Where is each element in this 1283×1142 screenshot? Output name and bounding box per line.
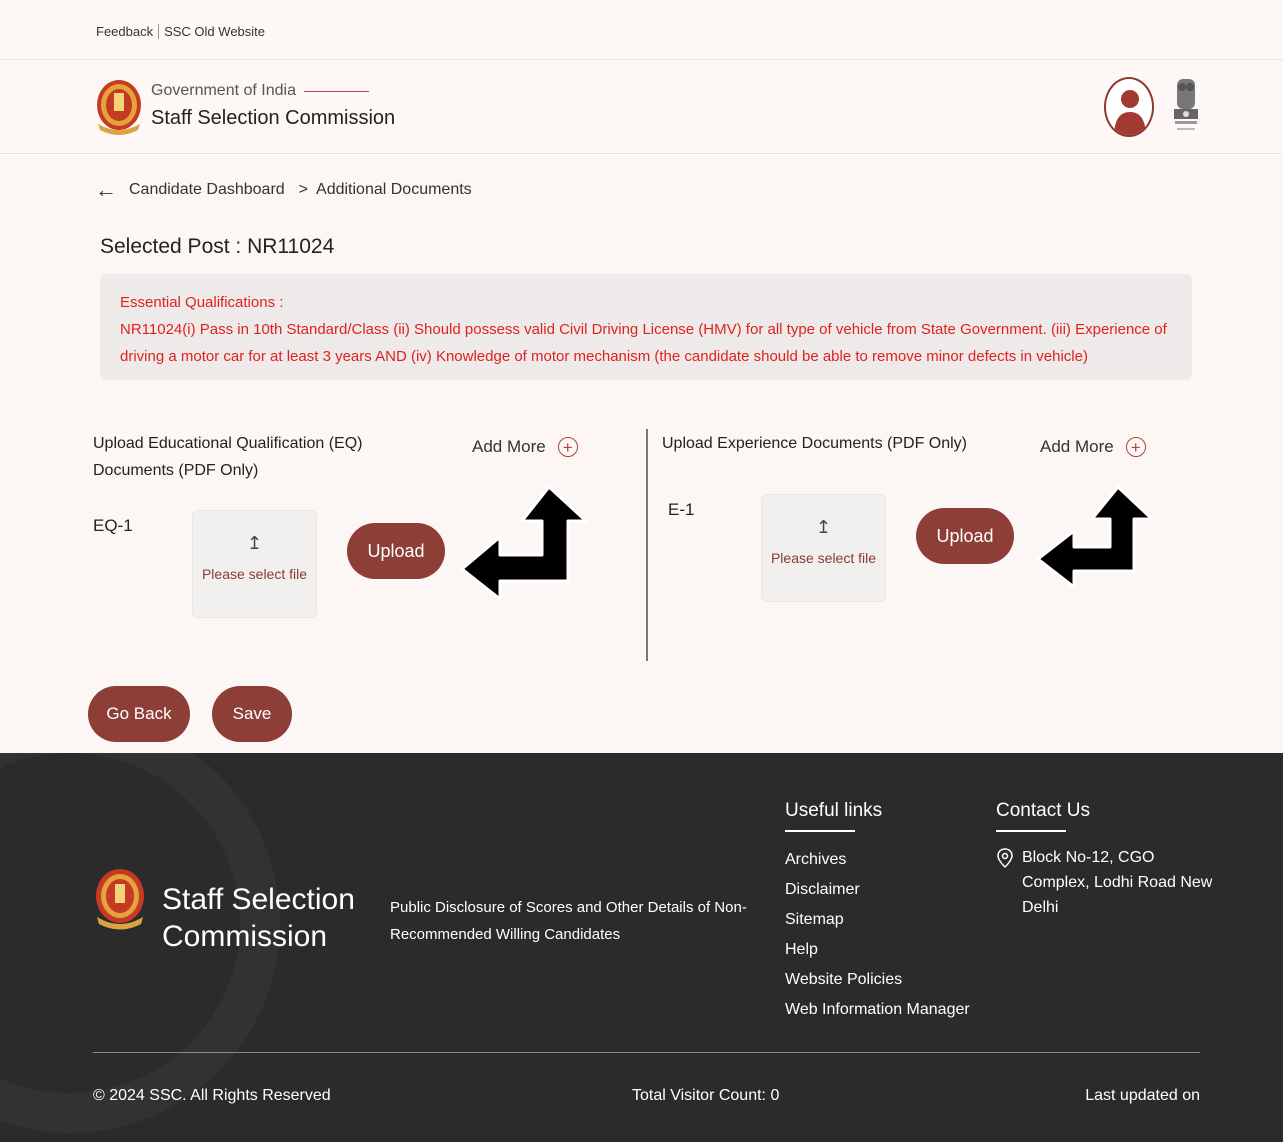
eq-file-select[interactable]: ↥ Please select file	[192, 510, 317, 618]
contact-us-heading: Contact Us	[996, 800, 1090, 832]
ssc-emblem-logo[interactable]	[94, 78, 144, 136]
visitor-count: Total Visitor Count: 0	[632, 1087, 780, 1104]
experience-file-select[interactable]: ↥ Please select file	[761, 494, 886, 602]
essential-qualifications-box: Essential Qualifications : NR11024(i) Pa…	[100, 274, 1192, 380]
plus-circle-icon: +	[1125, 437, 1146, 457]
user-icon	[1114, 90, 1146, 135]
eq-add-more-label: Add More	[472, 437, 546, 456]
footer-link-web-information-manager[interactable]: Web Information Manager	[785, 995, 970, 1025]
location-pin-icon	[997, 848, 1013, 868]
back-arrow-icon[interactable]: ←	[95, 179, 117, 201]
breadcrumb-additional-documents: Additional Documents	[316, 181, 472, 198]
footer-brand: Staff Selection Commission	[162, 883, 355, 953]
qualifications-text: NR11024(i) Pass in 10th Standard/Class (…	[120, 321, 1167, 365]
breadcrumb: ← Candidate Dashboard > Additional Docum…	[95, 179, 472, 201]
eq-upload-title: Upload Educational Qualification (EQ) Do…	[93, 435, 363, 479]
annotation-arrow-icon	[460, 485, 588, 601]
experience-file-placeholder: Please select file	[770, 550, 877, 566]
upload-arrow-icon: ↥	[246, 533, 263, 553]
heading-underline	[996, 830, 1066, 832]
go-back-button[interactable]: Go Back	[88, 686, 190, 742]
useful-links-heading: Useful links	[785, 800, 882, 832]
decorative-line	[303, 90, 369, 92]
plus-circle-icon: +	[557, 437, 578, 457]
eq-doc-label: EQ-1	[93, 516, 133, 535]
breadcrumb-candidate-dashboard[interactable]: Candidate Dashboard	[129, 181, 285, 199]
contact-address: Block No-12, CGO Complex, Lodhi Road New…	[996, 845, 1226, 920]
column-divider	[646, 429, 648, 661]
site-header: Government of India Staff Selection Comm…	[0, 60, 1283, 154]
qualifications-heading: Essential Qualifications :	[120, 294, 284, 311]
ssc-old-website-link[interactable]: SSC Old Website	[158, 24, 270, 39]
gov-label-text: Government of India	[151, 82, 296, 99]
heading-underline	[785, 830, 855, 832]
experience-upload-title: Upload Experience Documents (PDF Only)	[662, 435, 968, 452]
footer-link-disclaimer[interactable]: Disclaimer	[785, 875, 970, 905]
annotation-arrow-icon	[1036, 485, 1154, 589]
contact-heading-text: Contact Us	[996, 800, 1090, 821]
copyright-text: © 2024 SSC. All Rights Reserved	[93, 1087, 331, 1104]
public-disclosure-link[interactable]: Public Disclosure of Scores and Other De…	[390, 894, 750, 948]
eq-file-placeholder: Please select file	[201, 566, 308, 582]
footer-link-archives[interactable]: Archives	[785, 845, 970, 875]
commission-name: Staff Selection Commission	[151, 107, 396, 129]
ashoka-emblem-logo	[1174, 79, 1198, 130]
ssc-emblem-logo	[96, 869, 144, 930]
user-avatar[interactable]	[1104, 77, 1154, 137]
experience-upload-button[interactable]: Upload	[916, 508, 1014, 564]
eq-upload-button[interactable]: Upload	[347, 523, 445, 579]
useful-links-heading-text: Useful links	[785, 800, 883, 821]
experience-add-more-label: Add More	[1040, 437, 1114, 456]
feedback-link[interactable]: Feedback	[96, 24, 158, 39]
save-button[interactable]: Save	[212, 686, 292, 742]
eq-add-more-button[interactable]: Add More +	[472, 437, 578, 457]
last-updated-text: Last updated on	[1085, 1087, 1200, 1104]
experience-doc-label: E-1	[668, 500, 695, 519]
footer-link-sitemap[interactable]: Sitemap	[785, 905, 970, 935]
footer-divider	[93, 1052, 1200, 1053]
useful-links-list: Archives Disclaimer Sitemap Help Website…	[785, 845, 970, 1025]
selected-post-title: Selected Post : NR11024	[100, 235, 335, 258]
upload-arrow-icon: ↥	[815, 517, 832, 537]
main-content: ← Candidate Dashboard > Additional Docum…	[0, 155, 1283, 753]
address-text: Block No-12, CGO Complex, Lodhi Road New…	[1022, 849, 1213, 916]
footer-link-website-policies[interactable]: Website Policies	[785, 965, 970, 995]
utility-links: Feedback SSC Old Website	[96, 24, 270, 39]
top-utility-bar: Feedback SSC Old Website	[0, 0, 1283, 60]
breadcrumb-separator: >	[298, 181, 309, 198]
footer-link-help[interactable]: Help	[785, 935, 970, 965]
gov-of-india-label: Government of India	[151, 82, 369, 100]
experience-add-more-button[interactable]: Add More +	[1040, 437, 1146, 457]
site-footer: Staff Selection Commission Public Disclo…	[0, 753, 1283, 1142]
